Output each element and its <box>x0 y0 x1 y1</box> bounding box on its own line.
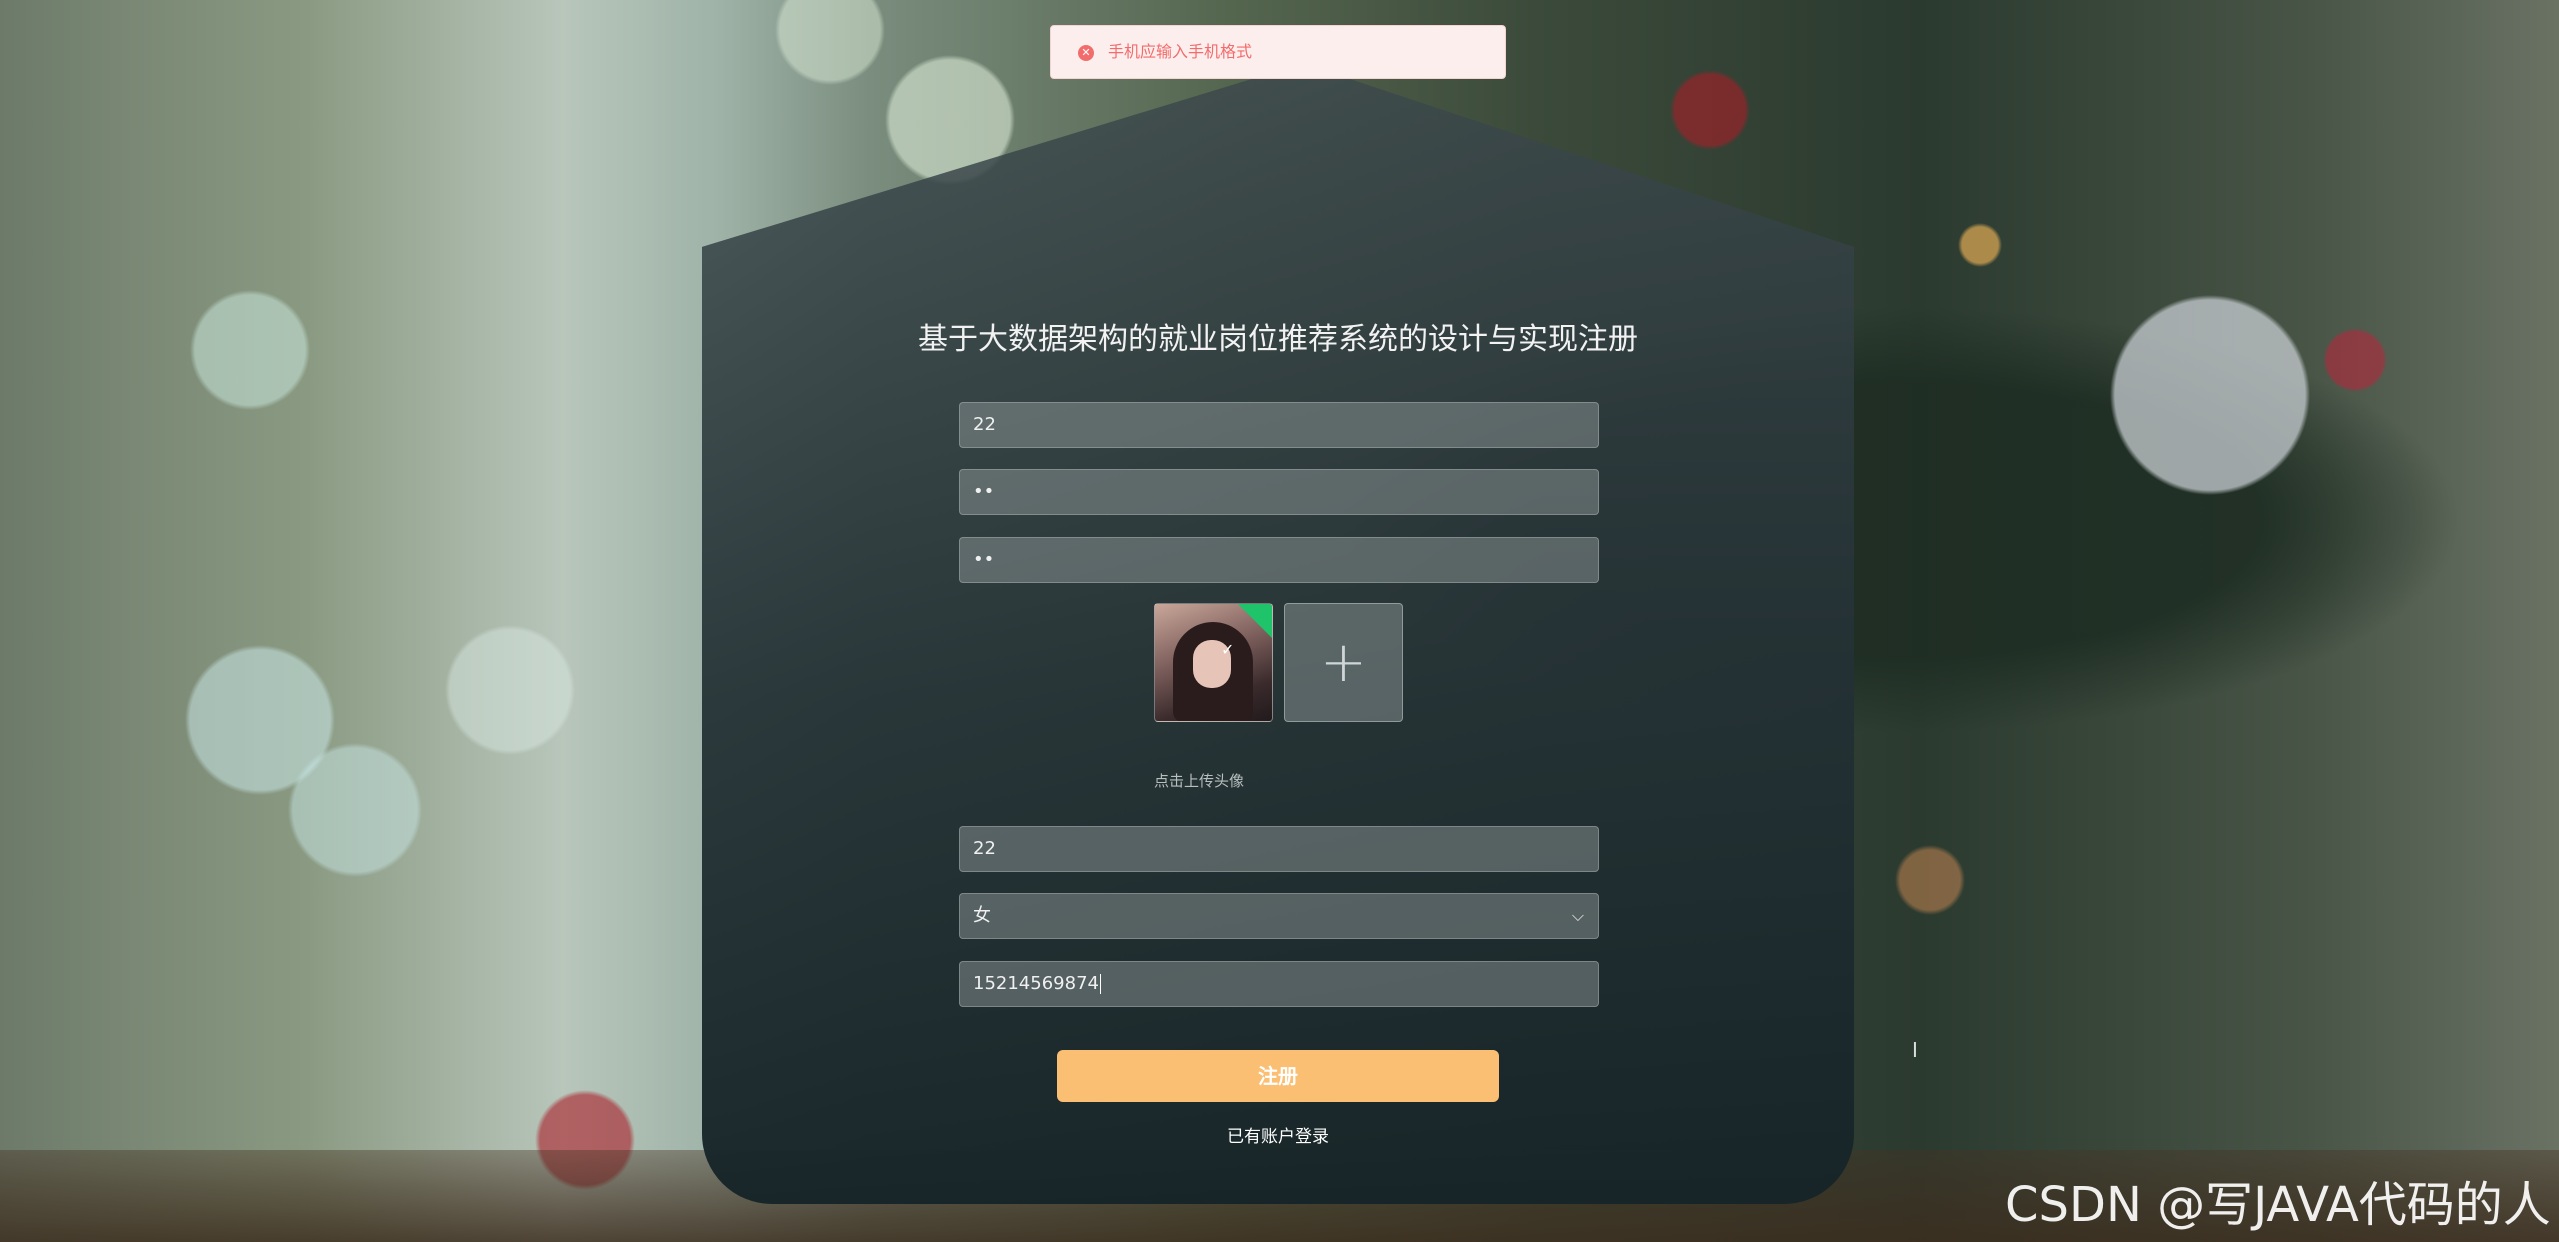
login-link[interactable]: 已有账户登录 <box>702 1122 1854 1147</box>
gender-select-value: 女 <box>973 905 991 926</box>
avatar-preview[interactable]: ✓ <box>1154 603 1273 722</box>
gender-select[interactable]: 女 ⌵ <box>959 893 1599 939</box>
chevron-down-icon: ⌵ <box>1571 906 1584 925</box>
phone-input-value: 15214569874 <box>973 973 1099 994</box>
text-cursor-icon: I <box>1912 1038 1918 1062</box>
watermark: CSDN @写JAVA代码的人 <box>2005 1177 2551 1233</box>
age-input[interactable]: 22 <box>959 826 1599 872</box>
avatar-upload-hint: 点击上传头像 <box>1154 772 1245 790</box>
toast-message: 手机应输入手机格式 <box>1108 42 1253 61</box>
error-circle-icon: ✕ <box>1078 45 1094 61</box>
error-toast: ✕ 手机应输入手机格式 <box>1050 25 1506 79</box>
text-caret <box>1099 974 1101 994</box>
plus-icon: + <box>1320 630 1367 695</box>
phone-input[interactable]: 15214569874 <box>959 961 1599 1007</box>
username-input[interactable]: 22 <box>959 402 1599 448</box>
password-input[interactable]: •• <box>959 469 1599 515</box>
register-form: 基于大数据架构的就业岗位推荐系统的设计与实现注册 22 •• •• ✓ + 点击… <box>702 78 1918 1204</box>
upload-success-badge <box>1238 604 1272 638</box>
avatar-upload-button[interactable]: + <box>1284 603 1403 722</box>
confirm-password-input[interactable]: •• <box>959 537 1599 583</box>
register-button[interactable]: 注册 <box>1057 1050 1499 1102</box>
check-icon: ✓ <box>1221 640 1235 659</box>
page-title: 基于大数据架构的就业岗位推荐系统的设计与实现注册 <box>918 322 1638 357</box>
